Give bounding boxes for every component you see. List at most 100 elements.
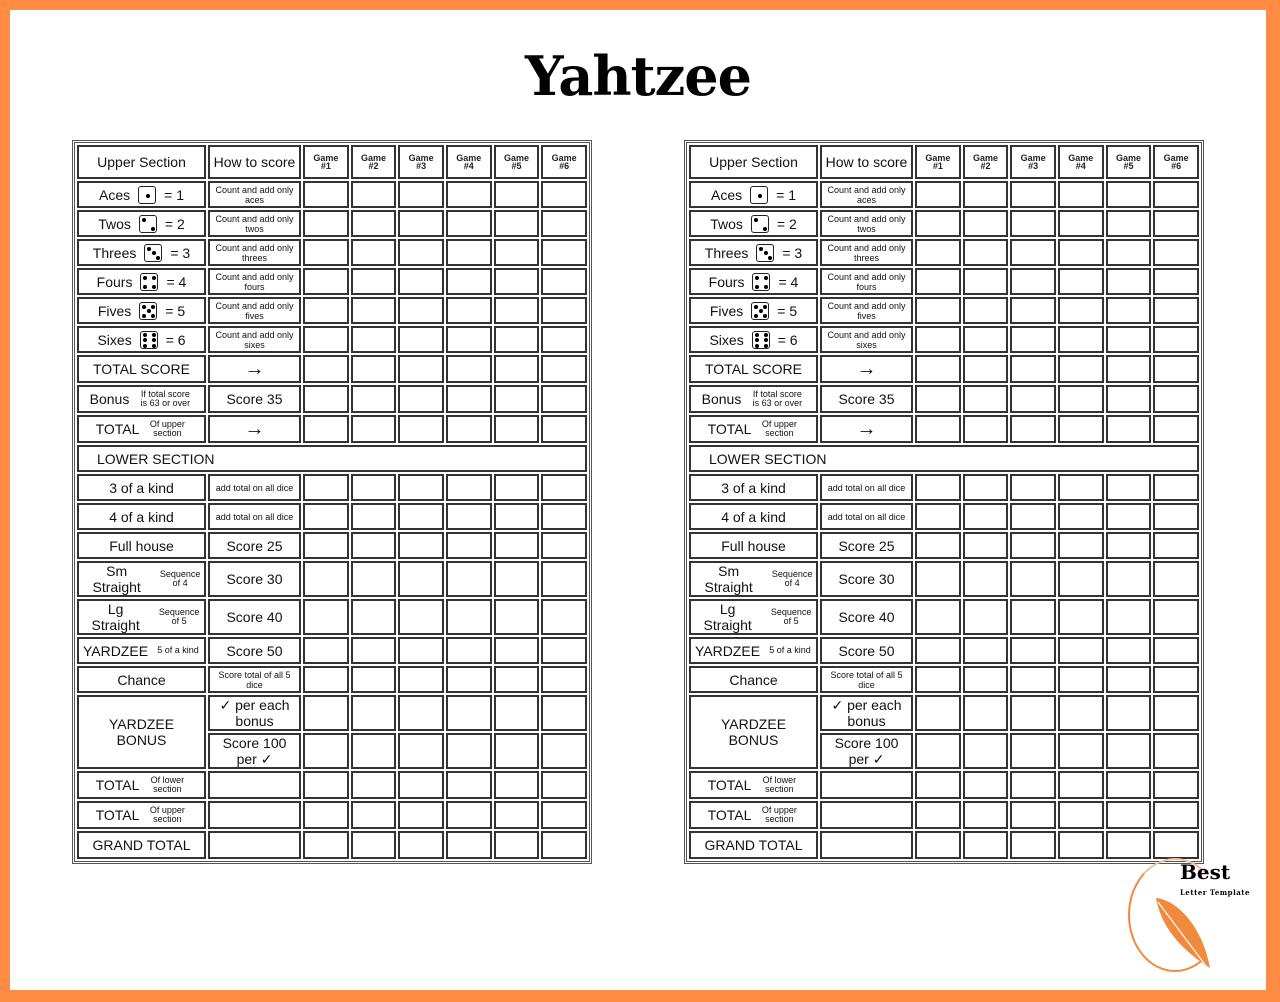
score-cell[interactable] <box>445 297 492 324</box>
score-cell[interactable] <box>541 599 587 635</box>
score-cell[interactable] <box>1010 297 1056 324</box>
score-cell[interactable] <box>1105 733 1152 769</box>
score-cell[interactable] <box>915 385 961 413</box>
score-cell[interactable] <box>541 637 587 664</box>
score-cell[interactable] <box>1010 385 1056 413</box>
score-cell[interactable] <box>493 415 540 443</box>
score-cell[interactable] <box>445 415 492 443</box>
score-cell[interactable] <box>350 355 397 383</box>
score-cell[interactable] <box>915 801 961 829</box>
score-cell[interactable] <box>350 666 397 693</box>
score-cell[interactable] <box>962 297 1009 324</box>
score-cell[interactable] <box>541 239 587 266</box>
score-cell[interactable] <box>350 599 397 635</box>
score-cell[interactable] <box>1105 771 1152 799</box>
score-cell[interactable] <box>445 801 492 829</box>
score-cell[interactable] <box>303 355 349 383</box>
score-cell[interactable] <box>398 532 444 559</box>
score-cell[interactable] <box>541 297 587 324</box>
score-cell[interactable] <box>1010 415 1056 443</box>
score-cell[interactable] <box>350 474 397 501</box>
score-cell[interactable] <box>915 599 961 635</box>
score-cell[interactable] <box>303 297 349 324</box>
score-cell[interactable] <box>1153 599 1199 635</box>
score-cell[interactable] <box>303 385 349 413</box>
score-cell[interactable] <box>350 210 397 237</box>
score-cell[interactable] <box>445 733 492 769</box>
score-cell[interactable] <box>350 326 397 353</box>
score-cell[interactable] <box>1057 599 1104 635</box>
score-cell[interactable] <box>1057 268 1104 295</box>
score-cell[interactable] <box>915 532 961 559</box>
score-cell[interactable] <box>1105 385 1152 413</box>
score-cell[interactable] <box>1153 801 1199 829</box>
score-cell[interactable] <box>1153 355 1199 383</box>
score-cell[interactable] <box>1057 385 1104 413</box>
score-cell[interactable] <box>915 415 961 443</box>
score-cell[interactable] <box>1105 637 1152 664</box>
score-cell[interactable] <box>493 355 540 383</box>
score-cell[interactable] <box>1010 561 1056 597</box>
score-cell[interactable] <box>1105 326 1152 353</box>
score-cell[interactable] <box>398 733 444 769</box>
score-cell[interactable] <box>541 415 587 443</box>
score-cell[interactable] <box>303 599 349 635</box>
score-cell[interactable] <box>398 385 444 413</box>
score-cell[interactable] <box>1057 733 1104 769</box>
score-cell[interactable] <box>350 771 397 799</box>
score-cell[interactable] <box>398 695 444 731</box>
score-cell[interactable] <box>962 831 1009 859</box>
score-cell[interactable] <box>1010 239 1056 266</box>
score-cell[interactable] <box>1105 181 1152 208</box>
score-cell[interactable] <box>915 210 961 237</box>
score-cell[interactable] <box>445 503 492 530</box>
score-cell[interactable] <box>541 268 587 295</box>
score-cell[interactable] <box>398 239 444 266</box>
score-cell[interactable] <box>303 831 349 859</box>
score-cell[interactable] <box>445 326 492 353</box>
score-cell[interactable] <box>962 637 1009 664</box>
score-cell[interactable] <box>1105 599 1152 635</box>
score-cell[interactable] <box>493 561 540 597</box>
score-cell[interactable] <box>303 532 349 559</box>
score-cell[interactable] <box>398 599 444 635</box>
score-cell[interactable] <box>1153 771 1199 799</box>
score-cell[interactable] <box>962 733 1009 769</box>
score-cell[interactable] <box>541 385 587 413</box>
score-cell[interactable] <box>1153 415 1199 443</box>
score-cell[interactable] <box>445 599 492 635</box>
score-cell[interactable] <box>1153 474 1199 501</box>
score-cell[interactable] <box>398 503 444 530</box>
score-cell[interactable] <box>541 561 587 597</box>
score-cell[interactable] <box>1010 210 1056 237</box>
score-cell[interactable] <box>398 181 444 208</box>
score-cell[interactable] <box>303 326 349 353</box>
score-cell[interactable] <box>493 474 540 501</box>
score-cell[interactable] <box>1105 561 1152 597</box>
score-cell[interactable] <box>1057 771 1104 799</box>
score-cell[interactable] <box>915 561 961 597</box>
score-cell[interactable] <box>398 474 444 501</box>
score-cell[interactable] <box>445 474 492 501</box>
score-cell[interactable] <box>1153 666 1199 693</box>
score-cell[interactable] <box>350 695 397 731</box>
score-cell[interactable] <box>1057 831 1104 859</box>
score-cell[interactable] <box>541 326 587 353</box>
score-cell[interactable] <box>915 326 961 353</box>
score-cell[interactable] <box>493 239 540 266</box>
score-cell[interactable] <box>303 181 349 208</box>
score-cell[interactable] <box>1057 474 1104 501</box>
score-cell[interactable] <box>915 695 961 731</box>
score-cell[interactable] <box>1153 695 1199 731</box>
score-cell[interactable] <box>350 532 397 559</box>
score-cell[interactable] <box>493 733 540 769</box>
score-cell[interactable] <box>493 532 540 559</box>
score-cell[interactable] <box>350 801 397 829</box>
score-cell[interactable] <box>1010 355 1056 383</box>
score-cell[interactable] <box>445 831 492 859</box>
score-cell[interactable] <box>303 733 349 769</box>
score-cell[interactable] <box>445 561 492 597</box>
score-cell[interactable] <box>1153 326 1199 353</box>
score-cell[interactable] <box>493 801 540 829</box>
score-cell[interactable] <box>541 771 587 799</box>
